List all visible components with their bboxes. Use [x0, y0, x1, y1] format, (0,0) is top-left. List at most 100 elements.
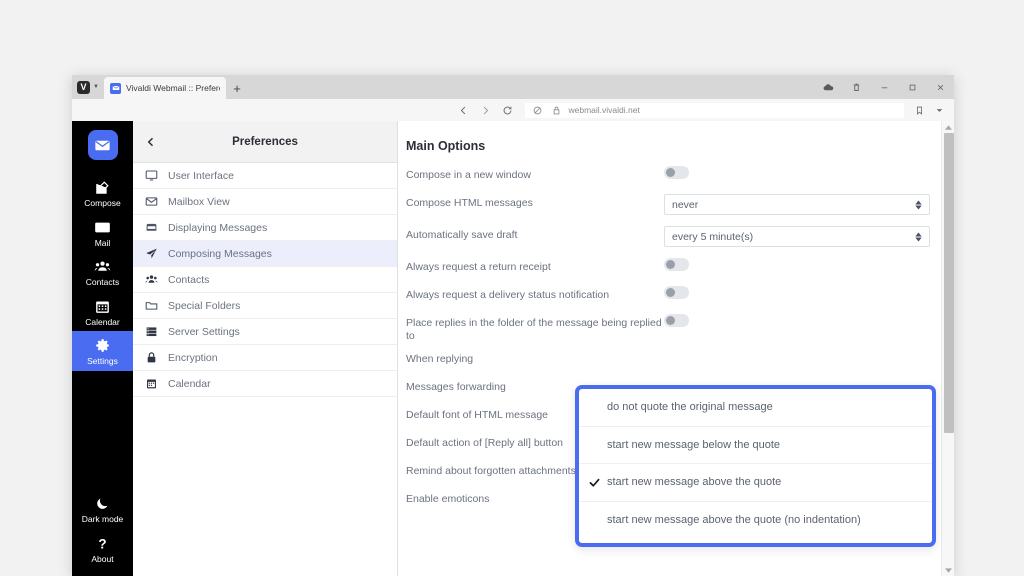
dropdown-option-label: start new message above the quote — [607, 476, 782, 489]
sidebar-label: Dark mode — [81, 514, 124, 524]
scroll-up-arrow-icon[interactable] — [944, 121, 952, 133]
bookmark-icon[interactable] — [913, 104, 926, 117]
main-scrollbar[interactable] — [941, 121, 954, 576]
envelope-icon — [144, 195, 159, 208]
dropdown-option[interactable]: do not quote the original message — [579, 389, 932, 427]
pref-item-composing-messages[interactable]: Composing Messages — [133, 241, 397, 267]
new-tab-button[interactable]: + — [226, 77, 248, 99]
option-row-place-replies: Place replies in the folder of the messa… — [406, 313, 954, 349]
forward-icon[interactable] — [479, 104, 492, 117]
minimize-button[interactable] — [870, 75, 898, 99]
calendar-icon — [94, 298, 111, 315]
sidebar-item-dark-mode[interactable]: Dark mode — [72, 489, 133, 529]
chevron-down-icon[interactable] — [933, 104, 946, 117]
sidebar-label: Compose — [84, 198, 121, 208]
sidebar-item-contacts[interactable]: Contacts — [72, 252, 133, 292]
folder-icon — [144, 299, 159, 312]
paper-plane-icon — [144, 247, 159, 260]
sidebar-item-settings[interactable]: Settings — [72, 331, 133, 371]
back-icon[interactable] — [457, 104, 470, 117]
app-sidebar: Compose Mail Contacts Calendar Settings … — [72, 121, 133, 576]
option-label: Always request a return receipt — [406, 261, 551, 273]
pref-item-contacts[interactable]: Contacts — [133, 267, 397, 293]
pref-item-label: Special Folders — [168, 299, 241, 312]
shield-icon[interactable] — [531, 104, 544, 117]
toggle-return-receipt[interactable] — [664, 258, 689, 271]
toggle-compose-new-window[interactable] — [664, 166, 689, 179]
pref-item-server-settings[interactable]: Server Settings — [133, 319, 397, 345]
dropdown-option-label: do not quote the original message — [607, 401, 773, 414]
pref-item-label: Server Settings — [168, 325, 240, 338]
pref-item-label: Calendar — [168, 377, 211, 390]
pref-item-calendar[interactable]: Calendar — [133, 371, 397, 397]
spinner-arrows-icon — [915, 232, 922, 241]
url-text: webmail.vivaldi.net — [568, 105, 640, 115]
pref-item-encryption[interactable]: Encryption — [133, 345, 397, 371]
toggle-delivery-status[interactable] — [664, 286, 689, 299]
scroll-down-arrow-icon[interactable] — [944, 564, 952, 576]
url-field[interactable]: webmail.vivaldi.net — [524, 102, 904, 118]
option-row-delivery-status: Always request a delivery status notific… — [406, 285, 954, 313]
option-row-compose-new-window: Compose in a new window — [406, 165, 954, 193]
option-row-when-replying: When replying — [406, 349, 954, 377]
close-button[interactable] — [926, 75, 954, 99]
dropdown-option[interactable]: start new message below the quote — [579, 427, 932, 464]
svg-text:?: ? — [98, 536, 106, 551]
sidebar-label: Contacts — [85, 277, 120, 287]
preferences-header: Preferences — [133, 121, 397, 163]
people-icon — [144, 273, 159, 286]
pref-item-displaying-messages[interactable]: Displaying Messages — [133, 215, 397, 241]
dropdown-option-label: start new message below the quote — [607, 438, 781, 451]
pref-item-user-interface[interactable]: User Interface — [133, 163, 397, 189]
sidebar-item-about[interactable]: ? About — [72, 529, 133, 569]
pref-item-label: Displaying Messages — [168, 221, 268, 234]
dropdown-option[interactable]: start new message above the quote (no in… — [579, 502, 932, 540]
maximize-button[interactable] — [898, 75, 926, 99]
pref-item-mailbox-view[interactable]: Mailbox View — [133, 189, 397, 215]
question-icon: ? — [94, 535, 111, 552]
option-row-autosave-draft: Automatically save draft every 5 minute(… — [406, 225, 954, 257]
select-value: never — [672, 198, 699, 211]
compose-icon — [94, 179, 111, 196]
scrollbar-track[interactable] — [942, 133, 954, 564]
toggle-place-replies[interactable] — [664, 314, 689, 327]
mail-favicon-icon — [110, 82, 121, 94]
spinner-arrows-icon — [915, 200, 922, 209]
dropdown-option-selected[interactable]: start new message above the quote — [579, 464, 932, 502]
pref-item-label: Mailbox View — [168, 195, 230, 208]
reload-icon[interactable] — [501, 104, 514, 117]
pref-item-special-folders[interactable]: Special Folders — [133, 293, 397, 319]
trash-icon[interactable] — [842, 75, 870, 99]
moon-icon — [94, 495, 111, 512]
pref-item-label: User Interface — [168, 169, 234, 182]
sidebar-label: Calendar — [85, 316, 120, 327]
lock-icon — [550, 104, 563, 117]
vivaldi-menu-button[interactable]: V ▼ — [72, 75, 104, 99]
pref-item-label: Encryption — [168, 351, 218, 364]
sidebar-item-compose[interactable]: Compose — [72, 173, 133, 213]
select-compose-html[interactable]: never — [664, 194, 930, 215]
sidebar-item-calendar[interactable]: Calendar — [72, 292, 133, 332]
option-label: Always request a delivery status notific… — [406, 289, 610, 301]
preferences-list-panel: Preferences User Interface Mailbox View … — [133, 121, 398, 576]
page-title: Preferences — [232, 135, 298, 148]
pref-item-label: Composing Messages — [168, 247, 272, 260]
sidebar-label: About — [91, 553, 114, 564]
scrollbar-thumb[interactable] — [943, 133, 954, 433]
cloud-icon[interactable] — [814, 75, 842, 99]
sidebar-label: Mail — [94, 237, 111, 248]
pref-item-label: Contacts — [168, 273, 210, 286]
option-label: Compose in a new window — [406, 169, 531, 181]
monitor-icon — [144, 169, 159, 182]
chevron-left-icon[interactable] — [133, 121, 169, 163]
sidebar-item-mail[interactable]: Mail — [72, 213, 133, 253]
option-label: Compose HTML messages — [406, 197, 533, 209]
browser-tab[interactable]: Vivaldi Webmail :: Preferen — [104, 77, 226, 99]
dropdown-option-label: start new message above the quote (no in… — [607, 514, 861, 527]
mail-icon — [94, 219, 111, 236]
browser-tab-title: Vivaldi Webmail :: Preferen — [126, 83, 220, 93]
server-icon — [144, 325, 159, 338]
select-value: every 5 minute(s) — [672, 230, 754, 243]
select-autosave-draft[interactable]: every 5 minute(s) — [664, 226, 930, 247]
when-replying-dropdown[interactable]: do not quote the original message start … — [575, 385, 936, 547]
